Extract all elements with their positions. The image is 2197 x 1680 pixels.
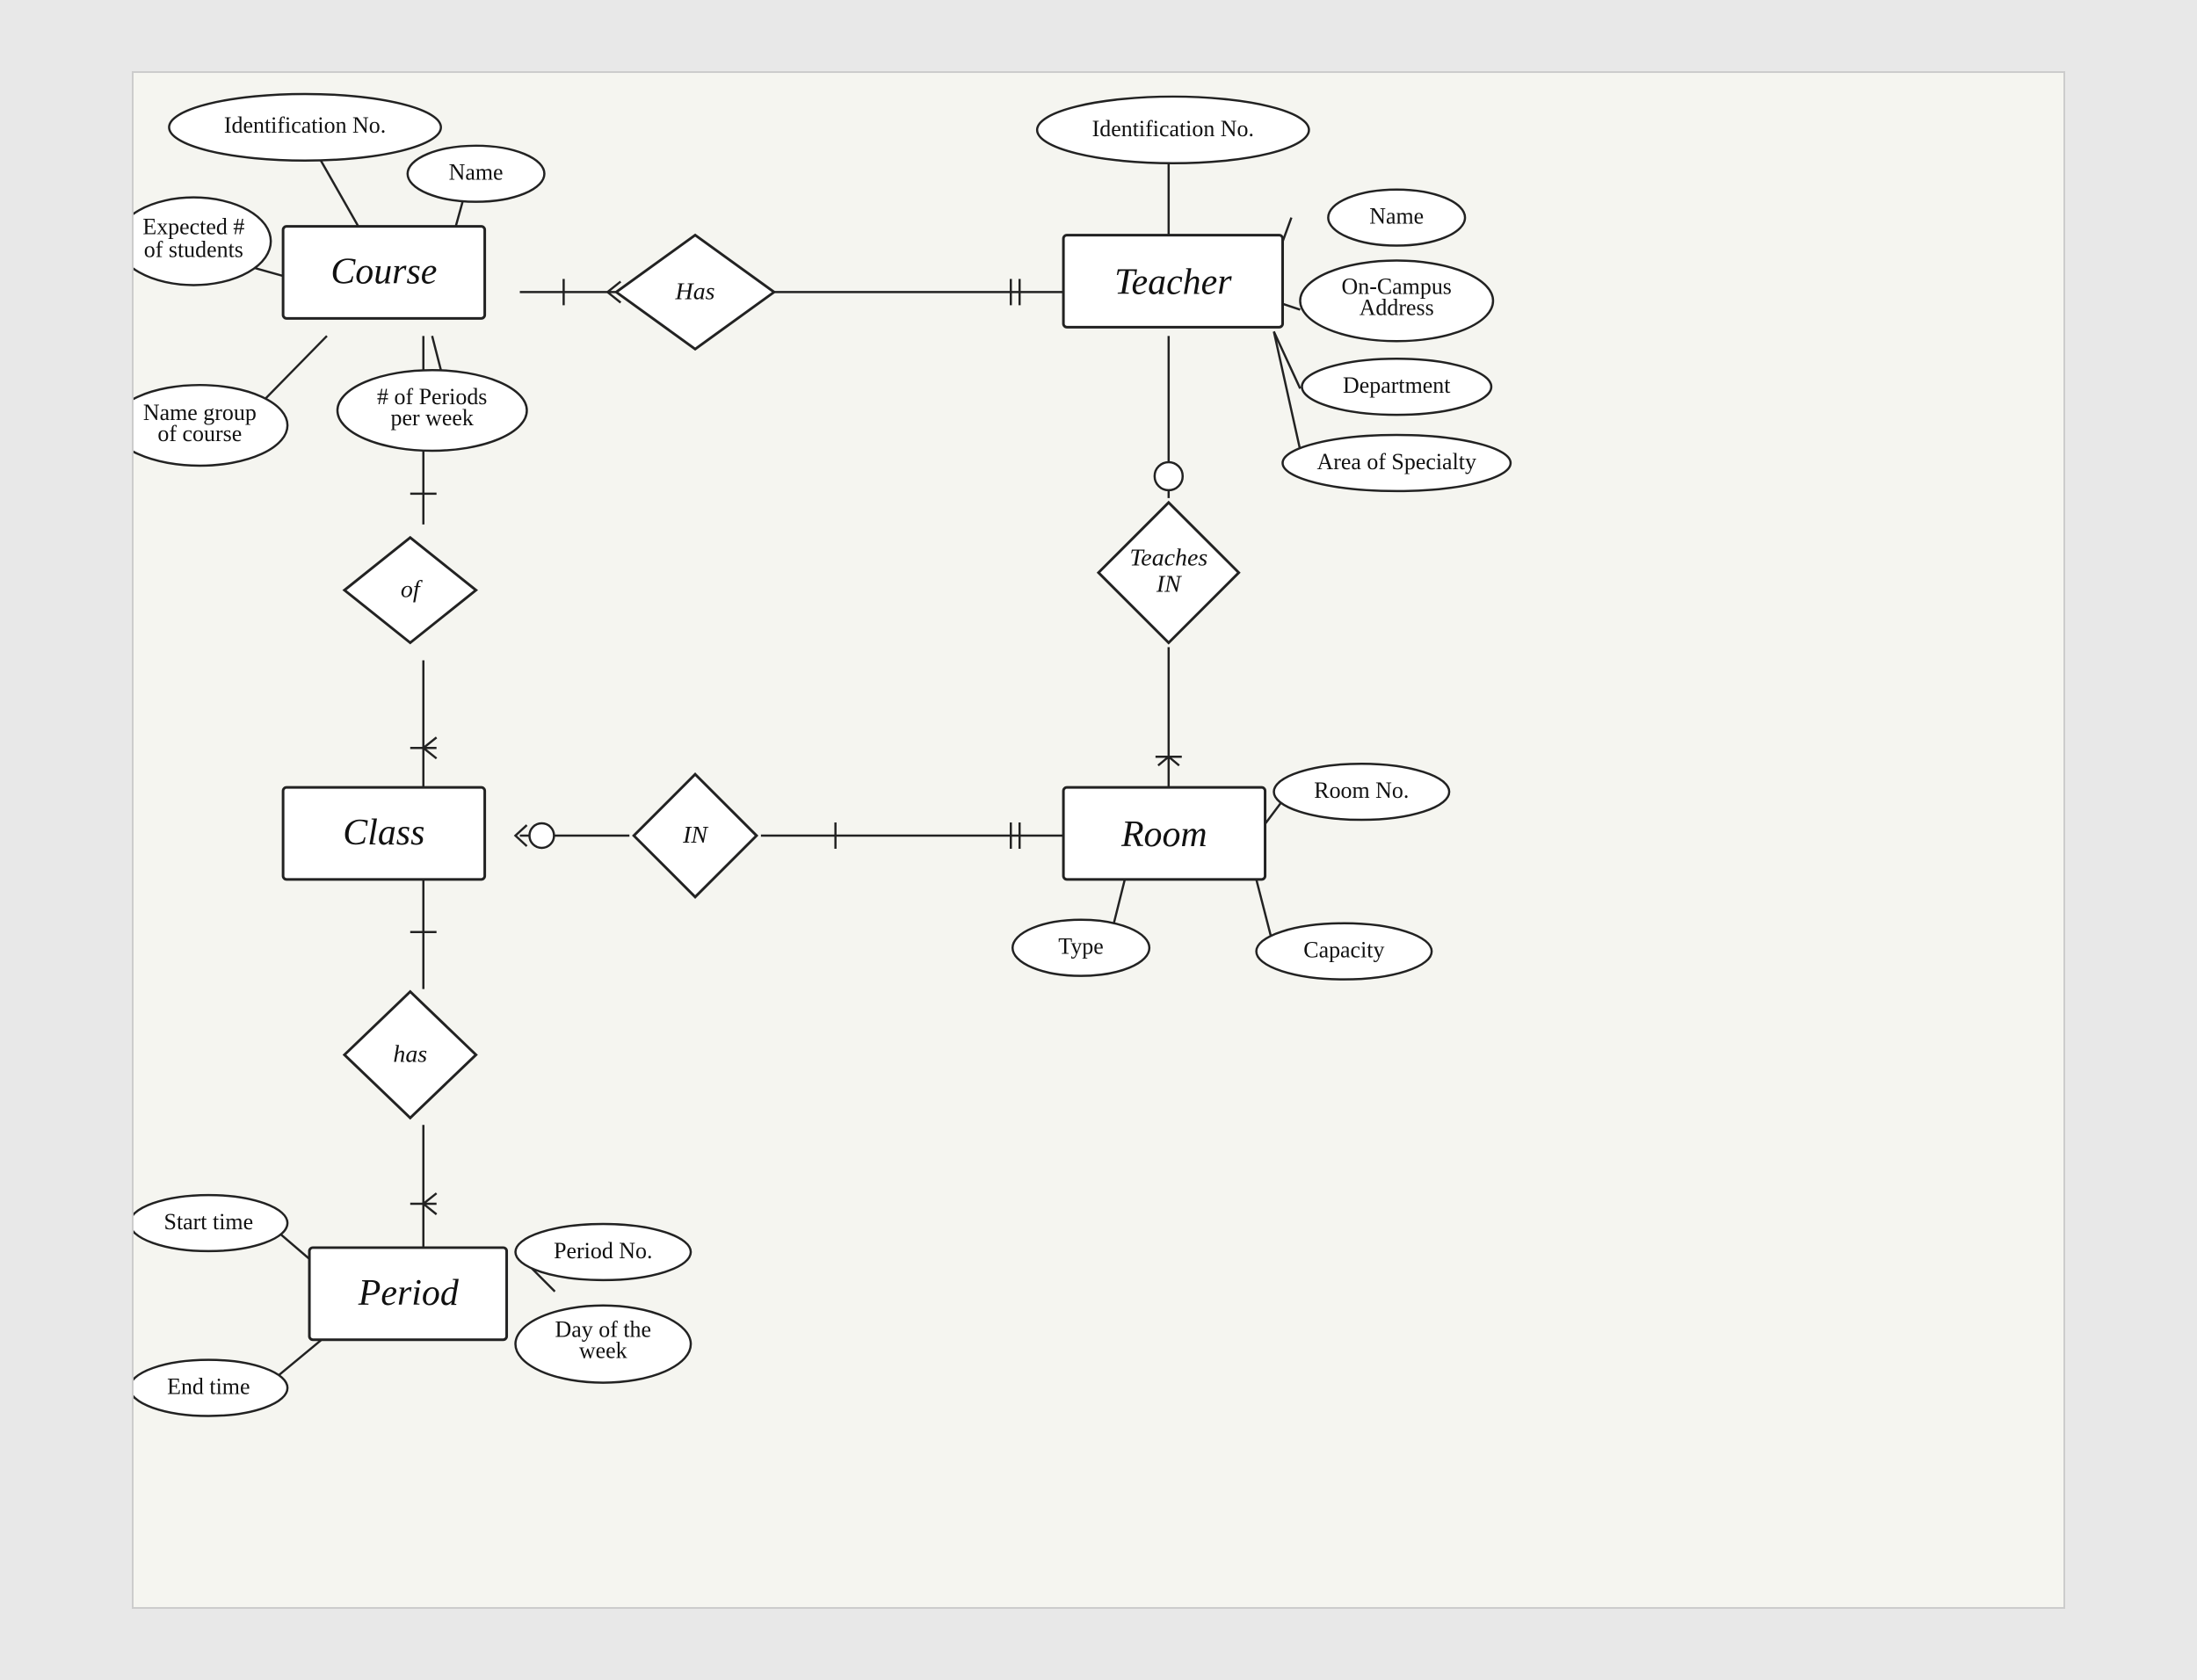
attr-teacher-specialty: Area of Specialty: [1316, 449, 1476, 474]
attr-teacher-name: Name: [1369, 204, 1424, 229]
er-diagram-canvas: Course Teacher Class Room Period Has of …: [132, 71, 2065, 1609]
rel-has-label: Has: [675, 278, 715, 305]
attr-room-type: Type: [1058, 934, 1103, 959]
attr-course-namegroup2: of course: [157, 421, 242, 446]
entity-period-label: Period: [358, 1273, 460, 1314]
attr-course-name: Name: [449, 160, 504, 185]
entity-course-label: Course: [330, 251, 437, 292]
entity-room-label: Room: [1120, 815, 1207, 855]
attr-room-capacity: Capacity: [1303, 938, 1384, 963]
rel-of-label: of: [401, 576, 423, 604]
attr-course-id: Identification No.: [224, 112, 386, 138]
attr-period-no: Period No.: [554, 1238, 652, 1264]
rel-has2-label: has: [393, 1040, 427, 1068]
entity-teacher-label: Teacher: [1114, 262, 1232, 302]
attr-teacher-id: Identification No.: [1092, 116, 1254, 141]
attr-course-expected: Expected #: [142, 214, 244, 240]
rel-teaches-in-label: Teaches: [1129, 545, 1207, 572]
rel-in-label: IN: [1156, 571, 1182, 598]
attr-teacher-dept: Department: [1343, 373, 1451, 398]
attr-period-day2: week: [579, 1338, 627, 1364]
attr-course-periods2: per week: [391, 405, 474, 431]
attr-period-start: Start time: [164, 1209, 254, 1235]
attr-room-no: Room No.: [1314, 778, 1409, 803]
rel-in2-label: IN: [682, 822, 708, 849]
attr-course-students: of students: [144, 237, 243, 263]
attr-teacher-address2: Address: [1360, 294, 1434, 320]
entity-class-label: Class: [343, 813, 424, 853]
attr-period-end: End time: [167, 1374, 250, 1400]
